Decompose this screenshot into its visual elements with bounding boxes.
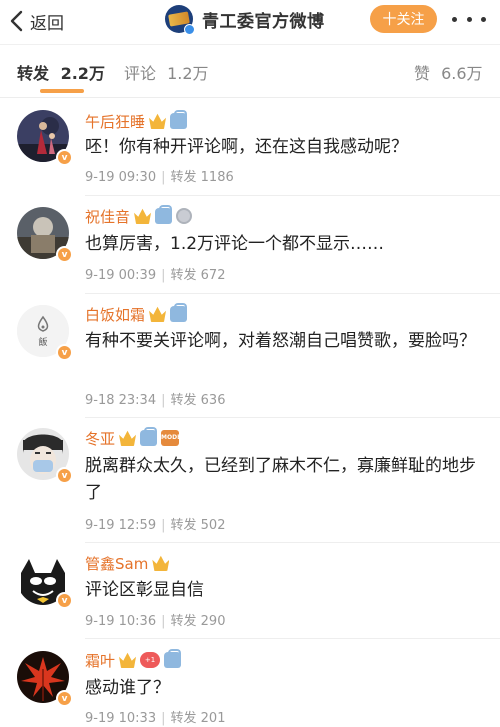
- tab-bar: 转发 2.2万 评论 1.2万 赞 6.6万: [0, 52, 500, 92]
- tab-comments-count: 1.2万: [167, 64, 209, 83]
- header-divider: [0, 44, 500, 45]
- repost-label: 转发: [170, 518, 197, 533]
- username-row: 管鑫Sam: [85, 552, 170, 574]
- account-title[interactable]: 青工委官方微博: [165, 4, 325, 35]
- row-divider: [85, 638, 500, 639]
- comment-date: 9-19 12:59: [85, 518, 157, 533]
- repost-count: 502: [200, 518, 226, 533]
- avatar[interactable]: v: [17, 110, 73, 166]
- comment-date: 9-19 10:33: [85, 711, 157, 726]
- comment-text: 感动谁了？: [85, 678, 170, 698]
- bag-badge-icon: [164, 649, 182, 668]
- repost-count: 1186: [200, 170, 234, 185]
- username-row: 祝佳音: [85, 205, 193, 227]
- account-avatar: [165, 5, 195, 35]
- username[interactable]: 祝佳音: [85, 206, 130, 227]
- row-divider: [85, 542, 500, 543]
- verified-badge-icon: v: [56, 149, 73, 166]
- tab-reposts[interactable]: 转发 2.2万: [17, 60, 105, 84]
- repost-label: 转发: [170, 711, 197, 726]
- bag-badge-icon: [170, 303, 188, 322]
- repost-count: 290: [200, 614, 226, 629]
- active-tab-indicator: [40, 89, 84, 93]
- repost-label: 转发: [170, 393, 197, 408]
- follow-button[interactable]: 十关注: [370, 5, 437, 33]
- comment-meta: 9-18 23:34 | 转发 636: [85, 393, 226, 408]
- repost-label: 转发: [170, 614, 197, 629]
- comment-text: 呸！你有种开评论啊，还在这自我感动呢？: [85, 137, 408, 157]
- comment-text: 有种不要关评论啊，对着怒潮自己唱赞歌，要脸吗？: [85, 331, 476, 351]
- comment-meta: 9-19 09:30 | 转发 1186: [85, 170, 234, 185]
- crown-badge-icon: [119, 430, 137, 446]
- username[interactable]: 霜叶: [85, 650, 115, 671]
- crown-badge-icon: [152, 555, 170, 571]
- back-label: 返回: [30, 13, 64, 34]
- comment-text: 评论区彰显自信: [85, 580, 204, 600]
- row-divider: [85, 417, 500, 418]
- username[interactable]: 冬亚: [85, 428, 115, 449]
- tab-likes[interactable]: 赞 6.6万: [414, 60, 483, 84]
- crown-badge-icon: [134, 208, 152, 224]
- repost-count: 201: [200, 711, 226, 726]
- avatar[interactable]: 飯 v: [17, 305, 73, 361]
- comment-meta: 9-19 12:59 | 转发 502: [85, 518, 226, 533]
- row-divider: [85, 293, 500, 294]
- tab-reposts-count: 2.2万: [60, 64, 105, 83]
- tab-reposts-label: 转发: [17, 64, 50, 83]
- comment-meta: 9-19 10:36 | 转发 290: [85, 614, 226, 629]
- top-nav-bar: 返回 青工委官方微博 十关注: [0, 0, 500, 44]
- comment-date: 9-19 00:39: [85, 268, 157, 283]
- username-row: 冬亚 MODE: [85, 427, 181, 449]
- repost-label: 转发: [170, 170, 197, 185]
- avatar[interactable]: v: [17, 651, 73, 707]
- verified-badge-icon: v: [56, 690, 73, 707]
- tab-likes-label: 赞: [414, 64, 431, 83]
- crown-badge-icon: [149, 113, 167, 129]
- username[interactable]: 白饭如霜: [85, 304, 145, 325]
- mode-badge-icon: MODE: [161, 430, 181, 446]
- avatar[interactable]: v: [17, 553, 73, 609]
- verified-badge-icon: v: [56, 344, 73, 361]
- repost-count: 636: [200, 393, 226, 408]
- comment-meta: 9-19 00:39 | 转发 672: [85, 268, 226, 283]
- heart-badge-icon: +1: [140, 652, 161, 668]
- repost-label: 转发: [170, 268, 197, 283]
- crown-badge-icon: [119, 652, 137, 668]
- medal-badge-icon: [176, 208, 193, 224]
- bag-badge-icon: [140, 427, 158, 446]
- comment-text: 也算厉害，1.2万评论一个都不显示……: [85, 234, 385, 254]
- bag-badge-icon: [155, 205, 173, 224]
- comment-date: 9-19 10:36: [85, 614, 157, 629]
- tab-comments-label: 评论: [124, 64, 157, 83]
- crown-badge-icon: [149, 306, 167, 322]
- username-row: 午后狂睡: [85, 110, 188, 132]
- avatar[interactable]: v: [17, 207, 73, 263]
- comment-meta: 9-19 10:33 | 转发 201: [85, 711, 226, 726]
- username[interactable]: 管鑫Sam: [85, 553, 148, 574]
- chevron-left-icon: [10, 10, 23, 32]
- row-divider: [85, 195, 500, 196]
- more-options-icon[interactable]: [452, 8, 486, 30]
- comment-text: 脱离群众太久，已经到了麻木不仁，寡廉鲜耻的地步了: [85, 456, 476, 503]
- tabs-divider: [0, 97, 500, 98]
- back-button[interactable]: 返回: [8, 6, 64, 36]
- svg-text:飯: 飯: [38, 336, 47, 348]
- comment-date: 9-19 09:30: [85, 170, 157, 185]
- account-name: 青工委官方微博: [202, 11, 325, 32]
- avatar[interactable]: v: [17, 428, 73, 484]
- verified-icon: [184, 24, 195, 35]
- tab-comments[interactable]: 评论 1.2万: [124, 60, 209, 84]
- verified-badge-icon: v: [56, 246, 73, 263]
- verified-badge-icon: v: [56, 467, 73, 484]
- tab-likes-count: 6.6万: [441, 64, 483, 83]
- username[interactable]: 午后狂睡: [85, 111, 145, 132]
- username-row: 霜叶 +1: [85, 649, 182, 671]
- verified-badge-icon: v: [56, 592, 73, 609]
- repost-count: 672: [200, 268, 226, 283]
- bag-badge-icon: [170, 110, 188, 129]
- comment-date: 9-18 23:34: [85, 393, 157, 408]
- username-row: 白饭如霜: [85, 303, 188, 325]
